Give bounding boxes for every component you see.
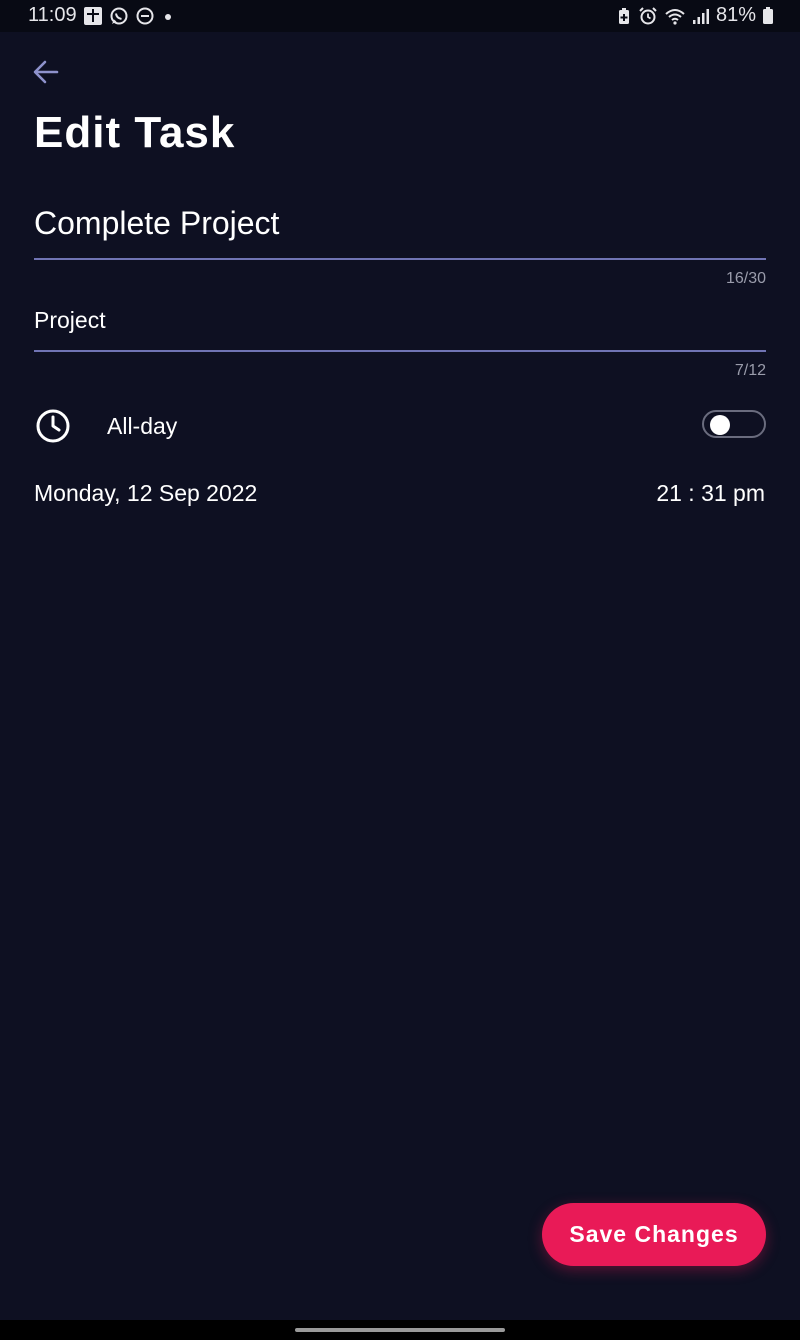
do-not-disturb-icon	[135, 6, 155, 26]
edit-task-screen: 11:09 81% Edit Task Complete Project 16/…	[0, 0, 800, 1340]
category-underline	[34, 350, 766, 352]
back-button[interactable]	[28, 54, 64, 90]
toggle-knob	[710, 415, 730, 435]
battery-saver-icon	[616, 6, 632, 26]
page-title: Edit Task	[34, 108, 236, 157]
category-field-group: 7/12	[34, 298, 766, 380]
category-input[interactable]	[34, 298, 766, 342]
clock-icon	[36, 409, 70, 443]
battery-percent: 81%	[715, 4, 756, 26]
task-name-counter: 16/30	[725, 270, 766, 287]
status-bar: 11:09 81%	[0, 0, 800, 32]
wifi-icon	[664, 6, 686, 26]
status-bar-left: 11:09	[28, 4, 175, 27]
status-bar-right: 81%	[616, 4, 774, 27]
category-counter: 7/12	[734, 362, 766, 379]
task-name-underline	[34, 258, 766, 260]
battery-icon	[762, 6, 774, 26]
arrow-left-icon	[33, 60, 59, 84]
date-picker[interactable]: Monday, 12 Sep 2022	[34, 480, 257, 507]
task-name-input[interactable]	[34, 196, 766, 250]
all-day-label: All-day	[107, 413, 178, 439]
whatsapp-icon	[109, 6, 129, 26]
status-time: 11:09	[28, 4, 77, 26]
task-name-field-group: 16/30	[34, 196, 766, 288]
all-day-row: All-day	[34, 404, 766, 448]
time-picker[interactable]: 21 : 31 pm	[656, 480, 765, 507]
news-icon	[83, 6, 103, 26]
home-handle[interactable]	[295, 1328, 505, 1332]
dot-icon	[161, 6, 175, 26]
navigation-bar	[0, 1320, 800, 1340]
alarm-icon	[638, 6, 658, 26]
save-changes-button[interactable]: Save Changes	[542, 1203, 766, 1266]
all-day-toggle[interactable]	[702, 410, 766, 438]
signal-icon	[692, 6, 710, 26]
